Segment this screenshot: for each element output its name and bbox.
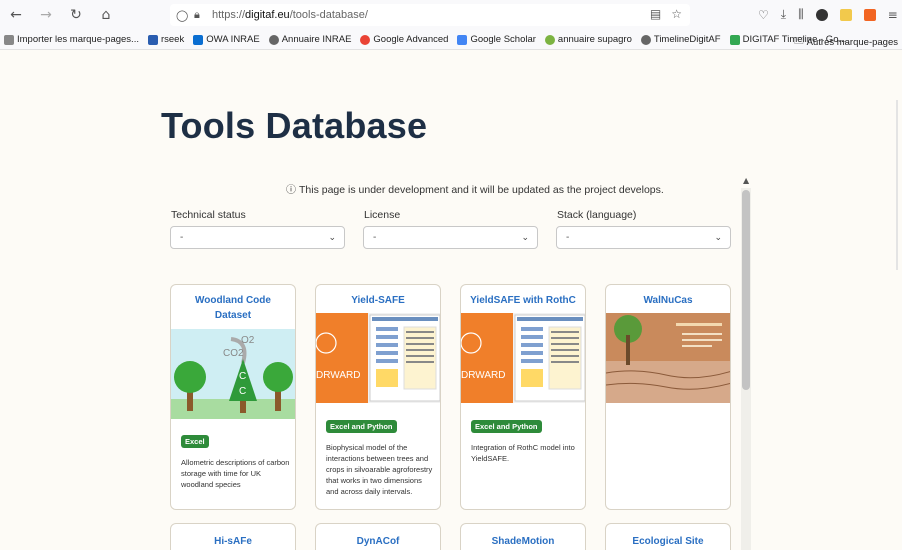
url-bar[interactable]: ◯ 🔒︎ https://digitaf.eu/tools-database/ … — [170, 4, 690, 26]
tool-card-yield-safe[interactable]: Yield-SAFE DRWARD Excel and Python Bioph… — [315, 284, 441, 510]
technical-status-select[interactable]: - ⌄ — [170, 226, 345, 249]
chevron-down-icon: ⌄ — [328, 232, 336, 242]
bookmark-other[interactable]: 🗀︎ Autres marque-pages — [794, 34, 898, 49]
bookmark-annuaire-inrae[interactable]: Annuaire INRAE — [268, 34, 351, 45]
card-title[interactable]: ShadeMotion — [461, 534, 585, 549]
filter-label-technical-status: Technical status — [171, 209, 246, 221]
svg-text:C: C — [239, 371, 246, 382]
svg-text:CO2: CO2 — [223, 348, 244, 359]
extension-orange-icon[interactable] — [863, 8, 876, 21]
svg-text:O2: O2 — [241, 335, 255, 346]
shield-icon: ◯ — [176, 9, 189, 22]
bookmark-google-advanced[interactable]: Google Advanced — [360, 34, 448, 45]
card-title[interactable]: WalNuCas — [606, 293, 730, 308]
stack-badge: Excel and Python — [326, 420, 397, 433]
forward-icon[interactable]: → — [38, 6, 54, 24]
tool-card-ecological-site[interactable]: Ecological Site — [605, 523, 731, 550]
tool-card-walnucas[interactable]: WalNuCas — [605, 284, 731, 510]
svg-text:DRWARD: DRWARD — [461, 370, 505, 381]
scholar-icon — [457, 34, 468, 45]
rseek-icon — [147, 34, 158, 45]
chevron-down-icon: ⌄ — [714, 232, 722, 242]
card-description: Allometric descriptions of carbon storag… — [181, 458, 290, 489]
info-icon: ⓘ — [286, 185, 296, 196]
bookmarks-bar: Importer les marque-pages... rseek OWA I… — [0, 30, 902, 50]
sheets-icon — [729, 34, 740, 45]
bookmark-rseek[interactable]: rseek — [147, 34, 184, 45]
tool-card-hi-safe[interactable]: Hi-sAFe — [170, 523, 296, 550]
stack-badge: Excel — [181, 435, 209, 448]
tool-card-woodland-code[interactable]: Woodland Code Dataset O2 CO2 C C Excel A… — [170, 284, 296, 510]
stack-badge: Excel and Python — [471, 420, 542, 433]
chevron-down-icon: ⌄ — [521, 232, 529, 242]
license-select[interactable]: - ⌄ — [363, 226, 538, 249]
bookmark-google-scholar[interactable]: Google Scholar — [457, 34, 536, 45]
scrollbar-thumb[interactable] — [742, 190, 750, 390]
folder-icon: 🗀︎ — [794, 36, 804, 47]
bookmark-annuaire-supagro[interactable]: annuaire supagro — [544, 34, 632, 45]
lock-icon: 🔒︎ — [194, 8, 200, 21]
pocket-icon[interactable]: ♡ — [758, 8, 769, 22]
scroll-up-arrow-icon[interactable]: ▲ — [743, 176, 749, 185]
globe-icon — [640, 34, 651, 45]
development-notice: ⓘ This page is under development and it w… — [286, 184, 664, 196]
filter-label-license: License — [364, 209, 401, 221]
svg-text:DRWARD: DRWARD — [316, 370, 360, 381]
extension-dark-icon[interactable] — [815, 8, 828, 21]
tool-card-yieldsafe-rothc[interactable]: YieldSAFE with RothC DRWARD Excel and Py… — [460, 284, 586, 510]
card-title[interactable]: Hi-sAFe — [171, 534, 295, 549]
filter-label-stack: Stack (language) — [557, 209, 637, 221]
library-icon[interactable]: ⫼ — [798, 7, 804, 22]
page-title: Tools Database — [161, 105, 428, 146]
globe-icon — [268, 34, 279, 45]
url-path: /tools-database/ — [289, 9, 368, 21]
card-title[interactable]: Woodland Code Dataset — [171, 293, 295, 323]
woodland-illustration: O2 CO2 C C — [171, 329, 295, 419]
card-title[interactable]: DynACof — [316, 534, 440, 549]
home-icon[interactable]: ⌂ — [98, 6, 114, 24]
bookmark-star-icon[interactable]: ☆ — [671, 7, 682, 21]
extension-yellow-icon[interactable] — [839, 8, 852, 21]
tool-card-dynacof[interactable]: DynACof — [315, 523, 441, 550]
browser-toolbar: ← → ↻ ⌂ ◯ 🔒︎ https://digitaf.eu/tools-da… — [0, 0, 902, 30]
yield-safe-screenshot: DRWARD — [316, 313, 440, 403]
tool-card-shademotion[interactable]: ShadeMotion — [460, 523, 586, 550]
card-description: Integration of RothC model into YieldSAF… — [471, 443, 575, 463]
yieldsafe-rothc-screenshot: DRWARD — [461, 313, 585, 403]
card-description: Biophysical model of the interactions be… — [326, 443, 433, 496]
reload-icon[interactable]: ↻ — [68, 6, 84, 24]
svg-text:C: C — [239, 386, 246, 397]
url-host: digitaf.eu — [245, 9, 290, 21]
url-prefix: https:// — [212, 9, 246, 21]
bookmark-timeline[interactable]: TimelineDigitAF — [640, 34, 721, 45]
supagro-icon — [544, 34, 555, 45]
page-scrollbar-edge — [896, 100, 898, 270]
card-title[interactable]: YieldSAFE with RothC — [461, 293, 585, 308]
bookmark-import[interactable]: Importer les marque-pages... — [4, 34, 139, 45]
card-title[interactable]: Yield-SAFE — [316, 293, 440, 308]
walnucas-poster — [606, 313, 730, 403]
import-icon — [4, 34, 14, 45]
back-icon[interactable]: ← — [8, 6, 24, 24]
download-icon[interactable]: ⤓ — [781, 7, 786, 22]
reader-view-icon[interactable]: ▤ — [650, 7, 661, 21]
bookmark-owa[interactable]: OWA INRAE — [193, 34, 260, 45]
stack-select[interactable]: - ⌄ — [556, 226, 731, 249]
outlook-icon — [193, 34, 204, 45]
menu-icon[interactable]: ≡ — [888, 8, 898, 22]
google-icon — [360, 34, 371, 45]
card-title[interactable]: Ecological Site — [606, 534, 730, 549]
